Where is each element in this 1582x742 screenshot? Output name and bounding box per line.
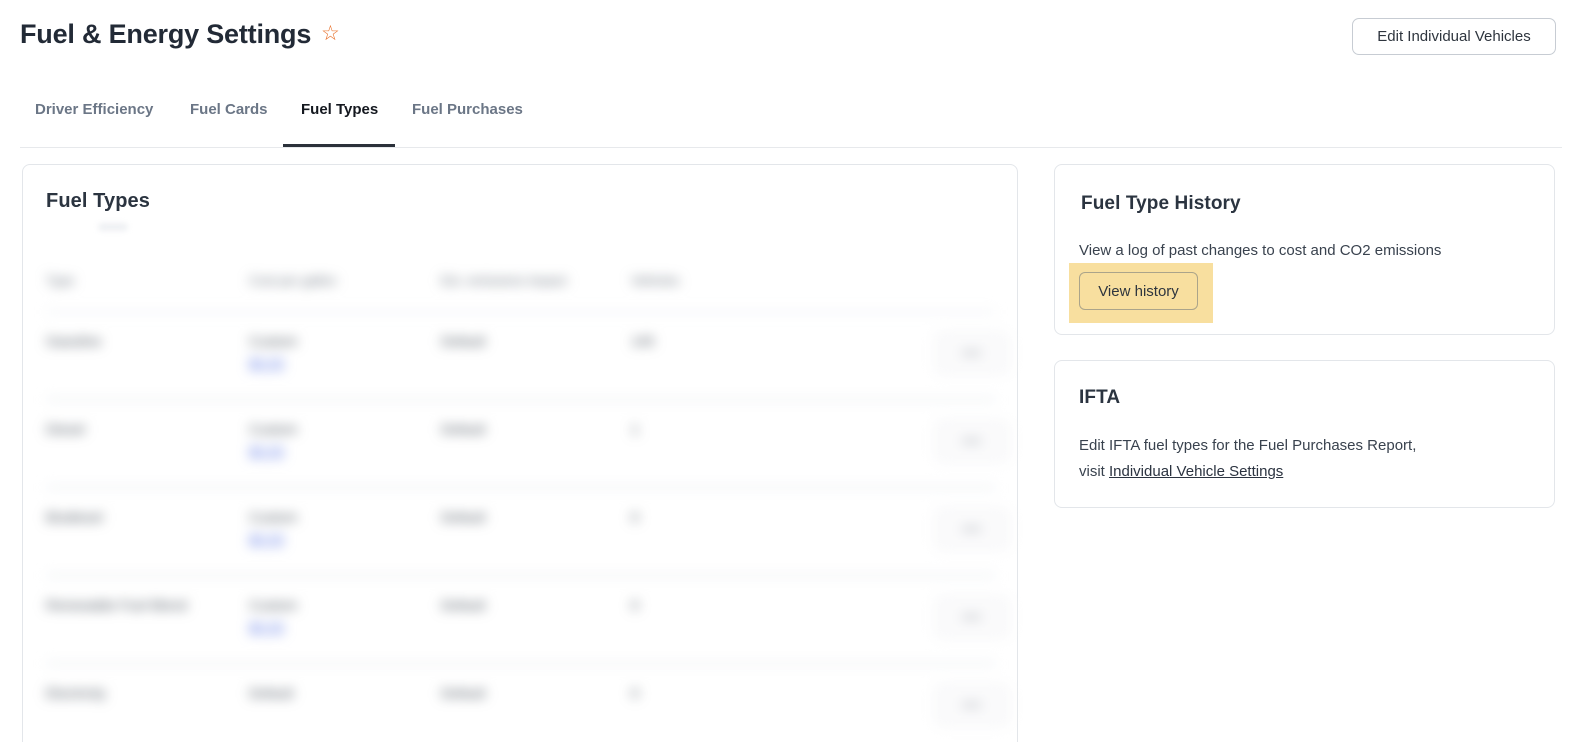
row-actions-button[interactable]: •••: [934, 331, 1010, 375]
individual-vehicle-settings-link[interactable]: Individual Vehicle Settings: [1109, 463, 1283, 480]
cell-emissions: Default: [441, 421, 485, 437]
page-title: Fuel & Energy Settings: [20, 17, 311, 51]
fuel-type-history-card: Fuel Type History View a log of past cha…: [1054, 164, 1555, 335]
table-row: Diesel Custom $0.00 Default 1 •••: [24, 401, 1017, 489]
column-header-cost: Cost per gallon: [249, 273, 336, 288]
cell-fuel-type: Gasoline: [46, 333, 101, 349]
blurred-subtitle-blob: [98, 223, 128, 231]
fuel-types-card: Fuel Types Type Cost per gallon Est. emi…: [22, 164, 1018, 742]
cell-fuel-type: Biodiesel: [46, 509, 103, 525]
cell-cost-link[interactable]: $0.00: [249, 355, 284, 371]
cell-cost-link[interactable]: $0.00: [249, 443, 284, 459]
table-row: Renewable Fuel Blend Custom $0.00 Defaul…: [24, 577, 1017, 665]
fuel-type-history-description: View a log of past changes to cost and C…: [1079, 242, 1441, 259]
cell-cost: Custom: [249, 597, 297, 613]
row-actions-button[interactable]: •••: [934, 595, 1010, 639]
fuel-types-table-blurred: Type Cost per gallon Est. emissions impa…: [24, 259, 1017, 742]
cell-cost: Custom: [249, 333, 297, 349]
ifta-description-line2: visit Individual Vehicle Settings: [1079, 463, 1283, 480]
column-header-vehicles: Vehicles: [631, 273, 679, 288]
tabs-divider: [20, 147, 1562, 148]
cell-vehicles: 0: [631, 509, 639, 525]
cell-fuel-type: Diesel: [46, 421, 85, 437]
fuel-types-card-title: Fuel Types: [46, 190, 150, 213]
cell-cost: Custom: [249, 421, 297, 437]
table-row: Biodiesel Custom $0.00 Default 0 •••: [24, 489, 1017, 577]
cell-emissions: Default: [441, 333, 485, 349]
cell-cost: Custom: [249, 509, 297, 525]
ifta-visit-text: visit: [1079, 463, 1109, 480]
favorite-star-icon[interactable]: ☆: [321, 22, 340, 46]
cell-fuel-type: Renewable Fuel Blend: [46, 597, 187, 613]
ifta-description-line1: Edit IFTA fuel types for the Fuel Purcha…: [1079, 437, 1416, 454]
tab-fuel-purchases[interactable]: Fuel Purchases: [412, 100, 523, 120]
fuel-energy-settings-page: Fuel & Energy Settings ☆ Edit Individual…: [0, 0, 1582, 742]
cell-cost-link[interactable]: $0.00: [249, 531, 284, 547]
fuel-type-history-title: Fuel Type History: [1081, 193, 1241, 215]
tab-driver-efficiency[interactable]: Driver Efficiency: [35, 100, 153, 120]
edit-individual-vehicles-button[interactable]: Edit Individual Vehicles: [1352, 18, 1556, 55]
cell-emissions: Default: [441, 509, 485, 525]
row-actions-button[interactable]: •••: [934, 419, 1010, 463]
cell-fuel-type: Electricity: [46, 685, 106, 701]
cell-emissions: Default: [441, 685, 485, 701]
cell-vehicles: 1: [631, 421, 639, 437]
ifta-card: IFTA Edit IFTA fuel types for the Fuel P…: [1054, 360, 1555, 508]
cell-vehicles: 0: [631, 685, 639, 701]
cell-vehicles: 145: [631, 333, 654, 349]
tab-fuel-types[interactable]: Fuel Types: [301, 100, 378, 120]
view-history-button[interactable]: View history: [1079, 272, 1198, 310]
table-row: Gasoline Custom $0.00 Default 145 •••: [24, 313, 1017, 401]
ifta-title: IFTA: [1079, 387, 1120, 409]
cell-vehicles: 0: [631, 597, 639, 613]
tab-fuel-cards[interactable]: Fuel Cards: [190, 100, 268, 120]
column-header-type: Type: [46, 273, 74, 288]
row-actions-button[interactable]: •••: [934, 683, 1010, 727]
row-actions-button[interactable]: •••: [934, 507, 1010, 551]
cell-emissions: Default: [441, 597, 485, 613]
cell-cost-link[interactable]: $0.00: [249, 619, 284, 635]
cell-cost: Default: [249, 685, 293, 701]
table-row: Electricity Default Default 0 •••: [24, 665, 1017, 742]
column-header-emissions: Est. emissions impact: [441, 273, 567, 288]
